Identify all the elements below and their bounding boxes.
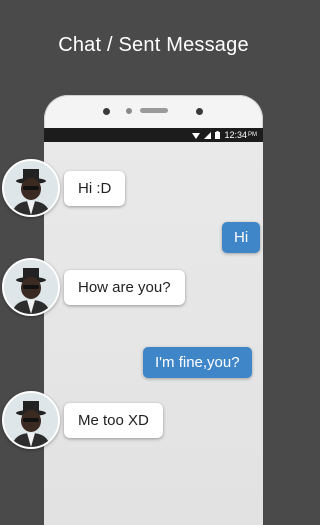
contact-avatar[interactable] xyxy=(2,159,60,217)
status-bar: 12:34 PM xyxy=(44,128,263,142)
page-headline: Chat / Sent Message xyxy=(58,34,249,56)
wifi-icon xyxy=(192,132,201,139)
contact-avatar[interactable] xyxy=(2,258,60,316)
speaker-grille xyxy=(140,108,168,113)
message-received: Hi :D xyxy=(2,159,126,217)
message-received: How are you? xyxy=(2,258,185,316)
message-bubble[interactable]: How are you? xyxy=(64,269,185,305)
sent-message-bubble[interactable]: I'm fine,you? xyxy=(143,347,252,378)
signal-icon xyxy=(204,131,212,139)
message-received: Me too XD xyxy=(2,391,163,449)
sensor-icon xyxy=(103,108,110,115)
sent-message-bubble[interactable]: Hi xyxy=(222,222,261,253)
status-time: 12:34 xyxy=(224,130,247,140)
message-bubble[interactable]: Me too XD xyxy=(64,402,163,438)
status-ampm: PM xyxy=(248,132,257,138)
battery-icon xyxy=(215,131,221,139)
contact-avatar[interactable] xyxy=(2,391,60,449)
message-bubble[interactable]: Hi :D xyxy=(64,170,126,206)
front-camera-icon xyxy=(196,108,203,115)
camera-icon xyxy=(126,108,132,114)
